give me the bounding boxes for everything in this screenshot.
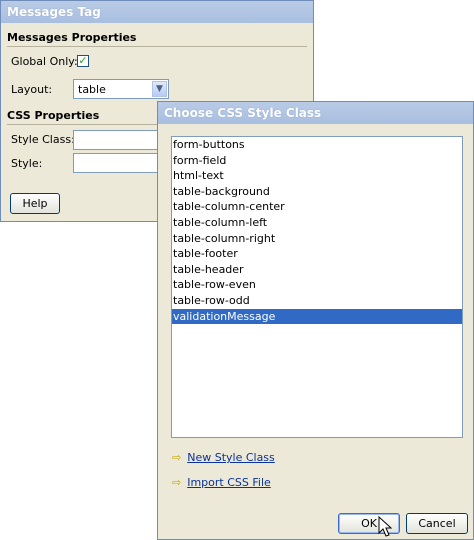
list-item[interactable]: form-buttons xyxy=(172,137,462,153)
list-item-selected[interactable]: validationMessage xyxy=(172,308,462,325)
import-css-file-link[interactable]: Import CSS File xyxy=(187,476,271,489)
import-css-row: ⇨ Import CSS File xyxy=(172,476,271,489)
global-only-label: Global Only: xyxy=(11,55,78,68)
style-class-field[interactable] xyxy=(73,130,163,150)
arrow-right-icon: ⇨ xyxy=(172,451,182,464)
new-style-class-row: ⇨ New Style Class xyxy=(172,451,275,464)
messages-tag-title: Messages Tag xyxy=(1,1,313,23)
css-class-list[interactable]: form-buttons form-field html-text table-… xyxy=(171,136,463,438)
choose-css-style-class-title: Choose CSS Style Class xyxy=(158,102,473,124)
list-item[interactable]: table-header xyxy=(172,262,462,278)
style-field[interactable] xyxy=(73,153,163,173)
arrow-right-icon: ⇨ xyxy=(172,476,182,489)
style-class-label: Style Class: xyxy=(11,133,75,146)
help-button[interactable]: Help xyxy=(10,193,60,214)
chevron-down-icon[interactable]: ▼ xyxy=(152,81,167,97)
new-style-class-link[interactable]: New Style Class xyxy=(187,451,275,464)
mouse-cursor-icon xyxy=(378,516,392,537)
list-item[interactable]: table-column-center xyxy=(172,199,462,215)
layout-select[interactable]: table ▼ xyxy=(73,79,169,99)
list-item[interactable]: table-background xyxy=(172,184,462,200)
list-item[interactable]: table-row-odd xyxy=(172,293,462,309)
list-item[interactable]: form-field xyxy=(172,153,462,169)
list-item[interactable]: table-row-even xyxy=(172,277,462,293)
list-item[interactable]: table-column-right xyxy=(172,231,462,247)
layout-label: Layout: xyxy=(11,83,53,96)
layout-select-value: table xyxy=(78,83,106,96)
list-item[interactable]: html-text xyxy=(172,168,462,184)
cancel-button[interactable]: Cancel xyxy=(406,513,468,534)
list-item[interactable]: table-column-left xyxy=(172,215,462,231)
messages-properties-heading: Messages Properties xyxy=(7,31,307,47)
choose-css-style-class-dialog: Choose CSS Style Class form-buttons form… xyxy=(157,101,474,540)
list-item[interactable]: table-footer xyxy=(172,246,462,262)
style-label: Style: xyxy=(11,157,43,170)
global-only-checkbox[interactable]: ✓ xyxy=(77,55,89,67)
